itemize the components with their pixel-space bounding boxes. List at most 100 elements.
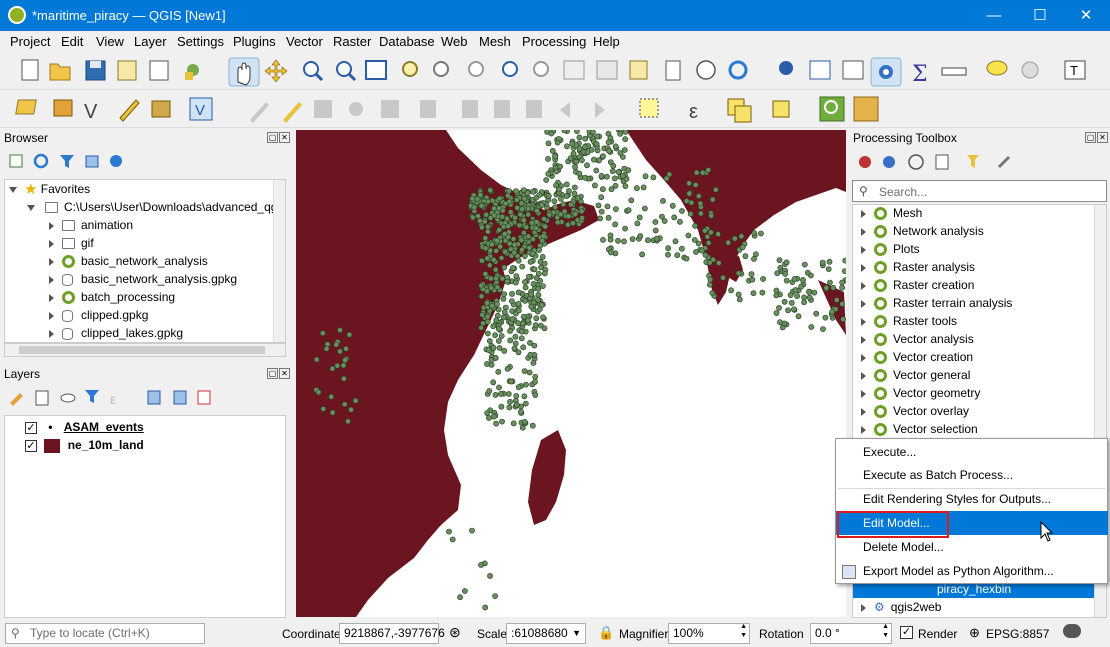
piracy-event-point: [608, 249, 614, 256]
menu-item-execute[interactable]: Execute...: [836, 440, 1108, 464]
map-canvas[interactable]: [296, 130, 846, 617]
piracy-event-point: [560, 201, 567, 208]
menu-raster[interactable]: Raster: [333, 34, 371, 49]
toolbox-float-button[interactable]: ▢: [1085, 132, 1096, 143]
results-viewer-icon: [935, 154, 949, 170]
browser-item-batch-processing[interactable]: batch_processing: [49, 288, 175, 306]
layers-close-button[interactable]: ✕: [279, 368, 290, 379]
zoom-in-icon: [303, 61, 324, 82]
menu-view[interactable]: View: [96, 34, 124, 49]
menu-plugins[interactable]: Plugins: [233, 34, 276, 49]
toolbox-item-vector-geometry[interactable]: Vector geometry: [861, 384, 980, 402]
piracy-event-point: [542, 223, 549, 230]
piracy-event-point: [486, 262, 493, 269]
browser-item-clipped-gpkg[interactable]: clipped.gpkg: [49, 306, 148, 324]
menu-item-edit-rendering-styles[interactable]: Edit Rendering Styles for Outputs...: [836, 487, 1108, 511]
browser-item-folder[interactable]: C:\Users\User\Downloads\advanced_qg: [27, 198, 277, 216]
browser-item-basic-network-analysis[interactable]: basic_network_analysis: [49, 252, 208, 270]
piracy-event-point: [484, 313, 491, 320]
toolbox-item-vector-selection[interactable]: Vector selection: [861, 420, 978, 438]
toolbox-item-raster-tools[interactable]: Raster tools: [861, 312, 957, 330]
scale-combo[interactable]: :61088680 ▼: [506, 623, 586, 644]
menu-item-export-python[interactable]: Export Model as Python Algorithm...: [836, 559, 1108, 583]
browser-close-button[interactable]: ✕: [279, 132, 290, 143]
browser-vscrollbar[interactable]: [273, 180, 285, 342]
menu-help[interactable]: Help: [593, 34, 620, 49]
piracy-event-point: [505, 391, 512, 397]
save-project-icon: [85, 60, 106, 81]
browser-item-favorites[interactable]: ★ Favorites: [9, 180, 90, 198]
piracy-event-point: [695, 193, 702, 199]
toolbox-item-qgis2web[interactable]: ⚙ qgis2web: [861, 598, 941, 616]
piracy-event-point: [495, 325, 502, 332]
lock-icon[interactable]: 🔒: [598, 625, 614, 641]
piracy-event-point: [476, 217, 483, 224]
menu-settings[interactable]: Settings: [177, 34, 224, 49]
menu-item-execute-batch[interactable]: Execute as Batch Process...: [836, 463, 1108, 487]
piracy-event-point: [477, 192, 484, 198]
piracy-event-point: [567, 155, 574, 162]
layer-asam-events[interactable]: ✓ • ASAM_events: [25, 418, 144, 436]
render-checkbox[interactable]: ✓: [900, 626, 913, 639]
magnifier-spinbox[interactable]: 100% ▲ ▼: [668, 623, 750, 644]
rotation-spinbox[interactable]: 0.0 ° ▲ ▼: [810, 623, 892, 644]
piracy-event-point: [541, 270, 548, 277]
piracy-event-point: [478, 293, 485, 300]
menu-mesh[interactable]: Mesh: [479, 34, 511, 49]
layer-ne-10m-land[interactable]: ✓ ne_10m_land: [25, 436, 144, 454]
crs-button[interactable]: EPSG:8857: [986, 627, 1049, 641]
toolbox-item-vector-general[interactable]: Vector general: [861, 366, 970, 384]
piracy-event-point: [502, 249, 509, 255]
toolbox-item-raster-analysis[interactable]: Raster analysis: [861, 258, 975, 276]
piracy-event-point: [554, 219, 561, 226]
piracy-event-point: [607, 236, 614, 243]
browser-hscrollbar[interactable]: [4, 343, 286, 357]
piracy-event-point: [478, 561, 484, 568]
piracy-event-point: [504, 365, 511, 372]
piracy-event-point: [708, 229, 714, 236]
menu-vector[interactable]: Vector: [286, 34, 323, 49]
toolbox-item-raster-terrain[interactable]: Raster terrain analysis: [861, 294, 1012, 312]
browser-item-clipped-lakes[interactable]: clipped_lakes.gpkg: [49, 324, 183, 342]
toolbox-item-network-analysis[interactable]: Network analysis: [861, 222, 984, 240]
maximize-button[interactable]: ☐: [1017, 0, 1063, 31]
qgis-icon: [874, 207, 887, 221]
close-button[interactable]: ✕: [1063, 0, 1109, 31]
minimize-button[interactable]: —: [971, 0, 1017, 31]
piracy-event-point: [329, 365, 336, 372]
piracy-event-point: [535, 270, 542, 277]
coordinate-field[interactable]: 9218867,-3977676: [339, 623, 445, 644]
toolbox-item-plots[interactable]: Plots: [861, 240, 920, 258]
menu-layer[interactable]: Layer: [134, 34, 167, 49]
layer-visibility-checkbox[interactable]: ✓: [25, 439, 37, 452]
toolbox-item-vector-creation[interactable]: Vector creation: [861, 348, 973, 366]
land-madagascar: [528, 430, 566, 525]
menu-web[interactable]: Web: [441, 34, 468, 49]
layers-float-button[interactable]: ▢: [267, 368, 278, 379]
menu-processing[interactable]: Processing: [522, 34, 586, 49]
menu-database[interactable]: Database: [379, 34, 435, 49]
mouse-coords-icon[interactable]: ⊛: [449, 624, 461, 641]
layer-visibility-checkbox[interactable]: ✓: [25, 421, 37, 434]
toolbox-item-mesh[interactable]: Mesh: [861, 204, 922, 222]
locator-input[interactable]: ⚲ Type to locate (Ctrl+K): [5, 623, 205, 644]
menu-edit[interactable]: Edit: [61, 34, 83, 49]
menu-project[interactable]: Project: [10, 34, 50, 49]
toolbox-search-input[interactable]: ⚲ Search...: [852, 180, 1107, 202]
style-manager-icon: [185, 64, 199, 80]
browser-item-animation[interactable]: animation: [49, 216, 133, 234]
menu-item-delete-model[interactable]: Delete Model...: [836, 535, 1108, 559]
messages-icon[interactable]: [1063, 624, 1081, 638]
toolbox-item-raster-creation[interactable]: Raster creation: [861, 276, 974, 294]
browser-item-gif[interactable]: gif: [49, 234, 94, 252]
piracy-event-point: [578, 208, 585, 215]
piracy-event-point: [481, 218, 488, 225]
toolbox-item-vector-overlay[interactable]: Vector overlay: [861, 402, 969, 420]
browser-float-button[interactable]: ▢: [267, 132, 278, 143]
piracy-event-point: [738, 233, 745, 240]
piracy-event-point: [495, 368, 502, 375]
toolbox-item-vector-analysis[interactable]: Vector analysis: [861, 330, 974, 348]
toolbox-close-button[interactable]: ✕: [1097, 132, 1108, 143]
browser-item-basic-network-gpkg[interactable]: basic_network_analysis.gpkg: [49, 270, 237, 288]
piracy-event-point: [564, 221, 571, 228]
